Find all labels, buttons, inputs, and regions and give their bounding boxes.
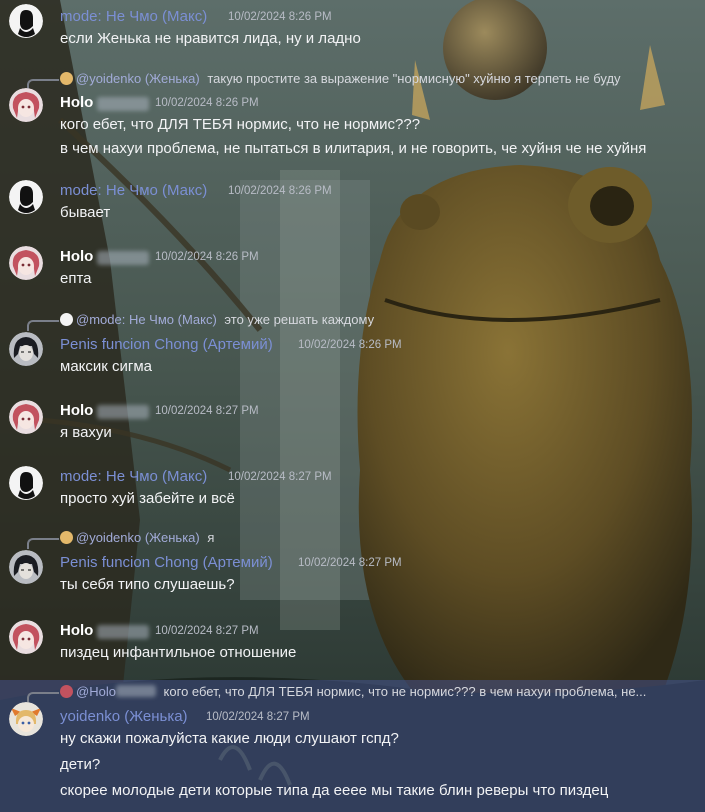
username[interactable]: mode: Не Чмо (Макс) <box>60 8 207 25</box>
username[interactable]: Holo <box>60 94 93 111</box>
avatar[interactable] <box>9 332 43 366</box>
message-text: скорее молодые дети которые типа да ееее… <box>60 782 609 799</box>
redacted-tag <box>97 97 149 111</box>
message-text: просто хуй забейте и всё <box>60 490 235 507</box>
chat-message[interactable]: Holo 10/02/2024 8:27 PM пиздец инфантильно… <box>0 614 705 670</box>
reply-avatar-icon <box>60 685 73 698</box>
reply-username[interactable]: @yoidenko (Женька) <box>76 71 200 86</box>
message-text: дети? <box>60 756 101 773</box>
reply-preview[interactable]: @yoidenko (Женька) такую простите за выр… <box>60 71 621 86</box>
message-text: кого ебет, что ДЛЯ ТЕБЯ нормис, что не н… <box>60 116 421 133</box>
reply-preview[interactable]: @mode: Не Чмо (Макс) это уже решать кажд… <box>60 312 374 327</box>
reply-username[interactable]: @mode: Не Чмо (Макс) <box>76 312 217 327</box>
timestamp: 10/02/2024 8:26 PM <box>228 185 332 197</box>
message-text: в чем нахуи проблема, не пытаться в илит… <box>60 140 647 157</box>
message-text: максик сигма <box>60 358 152 375</box>
timestamp: 10/02/2024 8:26 PM <box>155 251 259 263</box>
username[interactable]: mode: Не Чмо (Макс) <box>60 182 207 199</box>
reply-text: это уже решать каждому <box>220 312 375 327</box>
message-text: епта <box>60 270 92 287</box>
chat-message[interactable]: @yoidenko (Женька) я Penis funcion Chong … <box>0 526 705 600</box>
reply-connector <box>27 538 59 549</box>
avatar[interactable] <box>9 180 43 214</box>
avatar[interactable] <box>9 400 43 434</box>
reply-text: я <box>203 530 215 545</box>
avatar[interactable] <box>9 466 43 500</box>
reply-preview[interactable]: @Holo кого ебет, что ДЛЯ ТЕБЯ нормис, чт… <box>60 684 646 699</box>
reply-connector <box>27 320 59 331</box>
timestamp: 10/02/2024 8:26 PM <box>155 97 259 109</box>
reply-username[interactable]: @yoidenko (Женька) <box>76 530 200 545</box>
chat-message[interactable]: @Holo кого ебет, что ДЛЯ ТЕБЯ нормис, чт… <box>0 680 705 812</box>
avatar[interactable] <box>9 246 43 280</box>
avatar[interactable] <box>9 4 43 38</box>
chat-message[interactable]: Holo 10/02/2024 8:27 PM я вахуи <box>0 394 705 450</box>
timestamp: 10/02/2024 8:27 PM <box>155 405 259 417</box>
username[interactable]: Holo <box>60 248 93 265</box>
chat-message[interactable]: mode: Не Чмо (Макс) 10/02/2024 8:26 PM есл… <box>0 0 705 52</box>
reply-text: кого ебет, что ДЛЯ ТЕБЯ нормис, что не н… <box>159 684 647 699</box>
avatar[interactable] <box>9 702 43 736</box>
username[interactable]: Holo <box>60 622 93 639</box>
reply-avatar-icon <box>60 72 73 85</box>
redacted-tag <box>115 685 156 697</box>
timestamp: 10/02/2024 8:26 PM <box>228 11 332 23</box>
message-text: я вахуи <box>60 424 112 441</box>
avatar[interactable] <box>9 620 43 654</box>
chat-message[interactable]: mode: Не Чмо (Макс) 10/02/2024 8:26 PM быв… <box>0 176 705 232</box>
username[interactable]: mode: Не Чмо (Макс) <box>60 468 207 485</box>
message-text: пиздец инфантильное отношение <box>60 644 297 661</box>
username[interactable]: Penis funcion Chong (Артемий) <box>60 336 273 353</box>
username[interactable]: yoidenko (Женька) <box>60 708 188 725</box>
reply-avatar-icon <box>60 313 73 326</box>
timestamp: 10/02/2024 8:27 PM <box>206 711 310 723</box>
timestamp: 10/02/2024 8:26 PM <box>298 339 402 351</box>
timestamp: 10/02/2024 8:27 PM <box>155 625 259 637</box>
avatar[interactable] <box>9 88 43 122</box>
message-text: если Женька не нравится лида, ну и ладно <box>60 30 361 47</box>
message-text: ты себя типо слушаешь? <box>60 576 235 593</box>
username[interactable]: Holo <box>60 402 93 419</box>
reply-connector <box>27 692 59 703</box>
redacted-tag <box>97 625 149 639</box>
avatar[interactable] <box>9 550 43 584</box>
reply-text: такую простите за выражение "нормисную" … <box>203 71 621 86</box>
message-text: ну скажи пожалуйста какие люди слушают г… <box>60 730 399 747</box>
username[interactable]: Penis funcion Chong (Артемий) <box>60 554 273 571</box>
chat-message[interactable]: @yoidenko (Женька) такую простите за выр… <box>0 68 705 160</box>
chat-message[interactable]: Holo 10/02/2024 8:26 PM епта <box>0 240 705 296</box>
reply-preview[interactable]: @yoidenko (Женька) я <box>60 530 214 545</box>
reply-avatar-icon <box>60 531 73 544</box>
reply-username[interactable]: @Holo <box>76 684 116 699</box>
redacted-tag <box>97 405 149 419</box>
chat-message-list: mode: Не Чмо (Макс) 10/02/2024 8:26 PM есл… <box>0 0 705 812</box>
chat-message[interactable]: @mode: Не Чмо (Макс) это уже решать кажд… <box>0 308 705 382</box>
timestamp: 10/02/2024 8:27 PM <box>298 557 402 569</box>
message-text: бывает <box>60 204 111 221</box>
timestamp: 10/02/2024 8:27 PM <box>228 471 332 483</box>
chat-message[interactable]: mode: Не Чмо (Макс) 10/02/2024 8:27 PM про… <box>0 462 705 518</box>
redacted-tag <box>97 251 149 265</box>
